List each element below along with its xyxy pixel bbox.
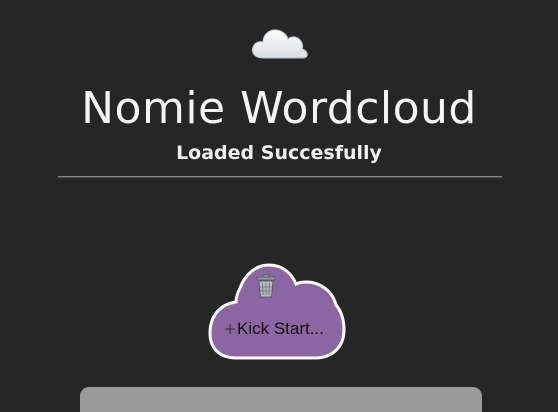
trash-icon [256, 274, 276, 298]
status-subtitle: Loaded Succesfully [176, 142, 382, 164]
plus-icon [225, 324, 235, 334]
page-title: Nomie Wordcloud [81, 83, 477, 134]
kick-start-text: Kick Start... [237, 319, 324, 338]
wordcloud-panel [80, 387, 482, 412]
app-page: Nomie Wordcloud Loaded Succesfully Kick … [0, 0, 558, 412]
cloud-icon [0, 22, 558, 71]
kick-start-label: Kick Start... [224, 319, 344, 339]
kick-start-button[interactable]: Kick Start... [207, 262, 347, 360]
divider [58, 176, 502, 178]
